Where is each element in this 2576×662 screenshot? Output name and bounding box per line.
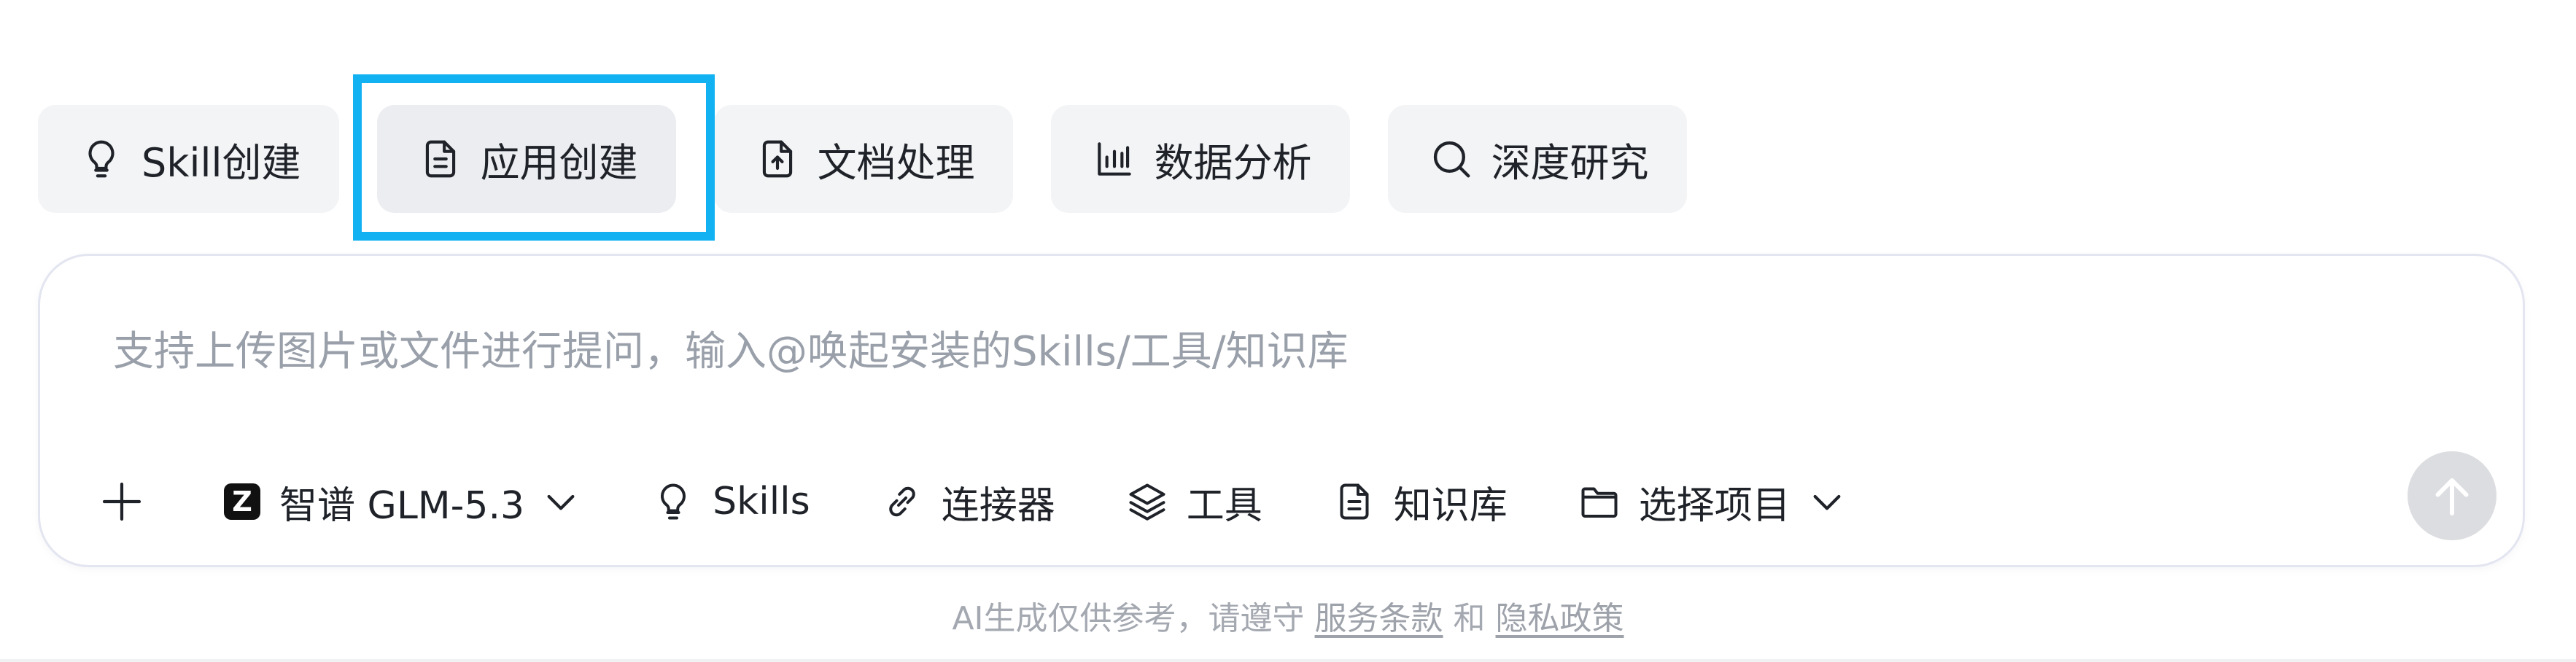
chevron-down-icon — [1807, 481, 1847, 522]
skills-label: Skills — [713, 480, 810, 523]
chat-input[interactable]: 支持上传图片或文件进行提问，输入@唤起安装的Skills/工具/知识库 — [113, 319, 1349, 378]
zhipu-logo-icon: Z — [224, 483, 260, 520]
chip-data-analysis[interactable]: 数据分析 — [1050, 105, 1350, 213]
bar-chart-icon — [1092, 136, 1137, 182]
chip-label: 应用创建 — [480, 139, 638, 186]
chip-deep-research[interactable]: 深度研究 — [1387, 105, 1687, 213]
arrow-up-icon — [2435, 478, 2469, 515]
chip-label: 文档处理 — [817, 139, 975, 186]
disclaimer-text: AI生成仅供参考，请遵守 — [952, 600, 1305, 637]
tools-button[interactable]: 工具 — [1125, 475, 1262, 529]
lightbulb-icon — [651, 480, 695, 523]
tools-label: 工具 — [1186, 483, 1262, 528]
chip-label: Skill创建 — [141, 139, 301, 186]
file-upload-icon — [755, 136, 800, 182]
divider — [0, 659, 2576, 662]
privacy-link[interactable]: 隐私政策 — [1496, 600, 1624, 637]
disclaimer: AI生成仅供参考，请遵守 服务条款 和 隐私政策 — [0, 592, 2576, 639]
folder-icon — [1578, 480, 1621, 523]
project-label: 选择项目 — [1638, 483, 1791, 528]
input-toolbar: Z 智谱 GLM-5.3 Skills 连接器 工具 知识库 选择项目 — [93, 454, 1917, 549]
connector-button[interactable]: 连接器 — [880, 475, 1055, 529]
lightbulb-icon — [79, 136, 124, 182]
document-icon — [1332, 480, 1376, 523]
chip-doc-processing[interactable]: 文档处理 — [713, 105, 1013, 213]
terms-link[interactable]: 服务条款 — [1315, 600, 1443, 637]
chevron-down-icon — [540, 481, 581, 522]
chip-label: 数据分析 — [1154, 139, 1312, 186]
chat-input-card: 支持上传图片或文件进行提问，输入@唤起安装的Skills/工具/知识库 Z 智谱… — [38, 254, 2525, 567]
model-name: 智谱 GLM-5.3 — [279, 483, 525, 528]
chip-skill-create[interactable]: Skill创建 — [38, 105, 339, 213]
chat-home: Skill创建 应用创建 文档处理 数据分析 深度研究 支持上传图片或文件进行提… — [0, 0, 2576, 662]
knowledge-base-button[interactable]: 知识库 — [1332, 475, 1508, 529]
project-selector[interactable]: 选择项目 — [1578, 475, 1847, 529]
send-button[interactable] — [2408, 451, 2497, 540]
disclaimer-and: 和 — [1453, 600, 1486, 637]
search-icon — [1429, 136, 1474, 182]
connector-label: 连接器 — [941, 483, 1055, 528]
model-selector[interactable]: Z 智谱 GLM-5.3 — [224, 475, 581, 529]
link-icon — [880, 480, 924, 523]
layers-icon — [1125, 480, 1169, 523]
knowledge-label: 知识库 — [1393, 483, 1508, 528]
chip-label: 深度研究 — [1491, 139, 1649, 186]
chip-app-create[interactable]: 应用创建 — [376, 105, 676, 213]
skills-button[interactable]: Skills — [651, 480, 810, 523]
add-attachment-button[interactable] — [93, 472, 151, 531]
document-icon — [418, 136, 463, 182]
quick-action-bar: Skill创建 应用创建 文档处理 数据分析 深度研究 — [38, 105, 1725, 213]
